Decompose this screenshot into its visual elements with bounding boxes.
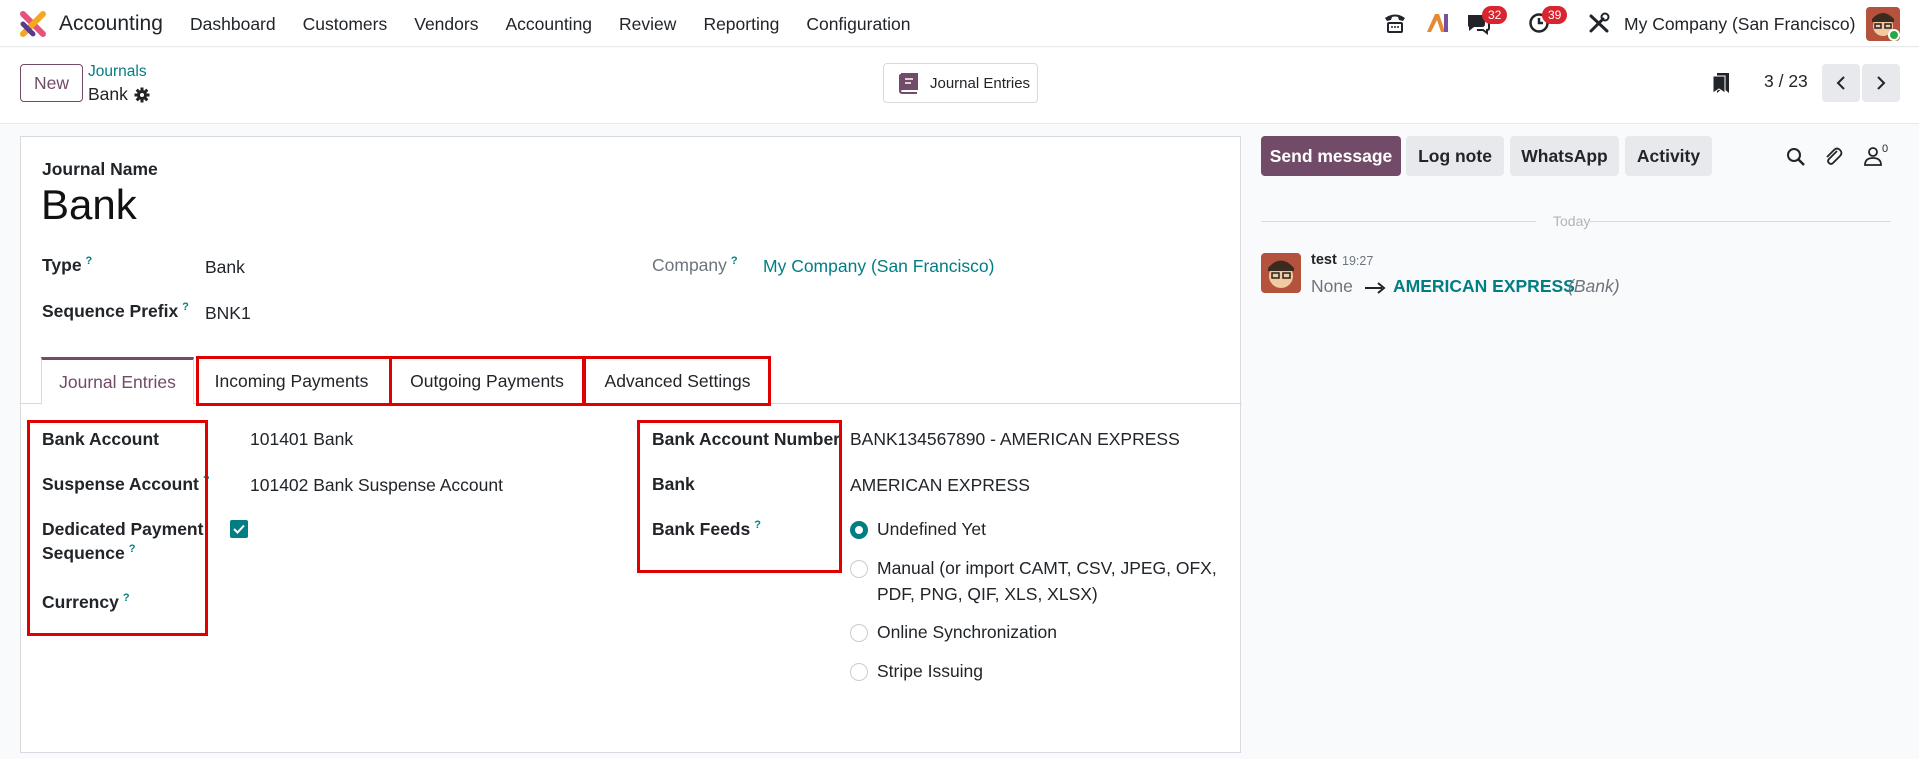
arrow-right-icon	[1365, 282, 1386, 294]
journal-entries-label: Journal Entries	[930, 74, 1031, 92]
date-separator-line-left	[1261, 221, 1536, 222]
bank-feeds-radio-online[interactable]	[850, 624, 868, 642]
suspense-account-field[interactable]: 101402 Bank Suspense Account	[250, 475, 503, 496]
bank-account-field[interactable]: 101401 Bank	[250, 429, 353, 450]
help-icon: ?	[85, 255, 93, 268]
dedicated-payment-checkbox[interactable]	[230, 520, 248, 538]
app-name[interactable]: Accounting	[59, 12, 163, 36]
menu-accounting[interactable]: Accounting	[505, 14, 592, 35]
message-time: 19:27	[1342, 254, 1374, 268]
menu-dashboard[interactable]: Dashboard	[190, 14, 276, 35]
type-field[interactable]: Bank	[205, 257, 245, 278]
menu-customers[interactable]: Customers	[303, 14, 388, 35]
bookmark-icon[interactable]	[1712, 72, 1730, 94]
bank-feeds-radio-stripe[interactable]	[850, 663, 868, 681]
date-separator-line-right	[1590, 221, 1891, 222]
journal-name-label: Journal Name	[42, 159, 158, 179]
control-panel: New Journals Bank Journal Entries 3 / 23	[0, 48, 1919, 124]
journal-name-field[interactable]: Bank	[41, 181, 137, 229]
pager-previous-button[interactable]	[1822, 64, 1860, 102]
highlight-incoming-payments-tab	[196, 356, 392, 406]
breadcrumb-current: Bank	[88, 84, 150, 105]
paperclip-icon[interactable]	[1823, 145, 1843, 167]
highlight-advanced-settings-tab	[583, 356, 771, 406]
message-author-avatar[interactable]	[1261, 253, 1301, 293]
journal-entries-smart-button[interactable]: Journal Entries	[883, 63, 1038, 103]
main-menu: Dashboard Customers Vendors Accounting R…	[190, 14, 937, 35]
bank-feeds-radio-undefined[interactable]	[850, 521, 868, 539]
menu-configuration[interactable]: Configuration	[806, 14, 910, 35]
followers-icon[interactable]	[1863, 146, 1883, 166]
phone-icon[interactable]	[1383, 12, 1407, 34]
bank-account-number-field[interactable]: BANK134567890 - AMERICAN EXPRESS	[850, 429, 1180, 450]
book-icon	[898, 73, 918, 94]
bank-feeds-option-online[interactable]: Online Synchronization	[877, 622, 1057, 643]
activity-button[interactable]: Activity	[1625, 136, 1712, 176]
help-icon: ?	[730, 255, 738, 268]
breadcrumb-current-label: Bank	[88, 84, 128, 104]
bank-feeds-option-manual[interactable]: Manual (or import CAMT, CSV, JPEG, OFX,	[877, 558, 1217, 579]
breadcrumb-journals[interactable]: Journals	[88, 63, 147, 81]
bank-field[interactable]: AMERICAN EXPRESS	[850, 475, 1030, 496]
bank-feeds-radio-manual[interactable]	[850, 560, 868, 578]
bank-feeds-option-stripe[interactable]: Stripe Issuing	[877, 661, 983, 682]
whatsapp-button[interactable]: WhatsApp	[1510, 136, 1619, 176]
gear-icon[interactable]	[134, 87, 150, 103]
tracking-new-value: AMERICAN EXPRESS	[1393, 276, 1575, 296]
highlight-left-labels	[27, 420, 208, 636]
bank-feeds-option-manual-cont[interactable]: PDF, PNG, QIF, XLS, XLSX)	[877, 584, 1098, 605]
highlight-outgoing-payments-tab	[389, 356, 585, 406]
chevron-right-icon	[1877, 76, 1886, 90]
send-message-button[interactable]: Send message	[1261, 136, 1401, 176]
menu-vendors[interactable]: Vendors	[414, 14, 478, 35]
search-icon[interactable]	[1786, 147, 1806, 167]
help-icon: ?	[182, 301, 189, 314]
activities-count-badge: 39	[1542, 6, 1568, 24]
company-field[interactable]: My Company (San Francisco)	[763, 256, 994, 277]
company-switcher[interactable]: My Company (San Francisco)	[1624, 14, 1855, 35]
chevron-left-icon	[1836, 76, 1845, 90]
online-status-dot	[1888, 29, 1900, 41]
tools-icon[interactable]	[1588, 12, 1610, 34]
bank-feeds-option-undefined[interactable]: Undefined Yet	[877, 519, 986, 540]
menu-review[interactable]: Review	[619, 14, 676, 35]
ai-icon[interactable]	[1425, 12, 1449, 34]
pager-next-button[interactable]	[1862, 64, 1900, 102]
company-label: Company?	[652, 255, 738, 275]
highlight-right-labels	[637, 420, 842, 573]
checkmark-icon	[233, 524, 245, 534]
sequence-prefix-label: Sequence Prefix?	[42, 301, 189, 321]
messages-count-badge: 32	[1482, 6, 1508, 24]
accounting-app-icon[interactable]	[20, 11, 46, 37]
message-author: test	[1311, 252, 1337, 268]
form-sheet: Journal Name Bank Type? Bank Company? My…	[20, 136, 1242, 753]
sequence-prefix-field[interactable]: BNK1	[205, 303, 251, 324]
tab-journal-entries[interactable]: Journal Entries	[41, 357, 194, 405]
tracking-field-name: (Bank)	[1568, 276, 1620, 296]
log-note-button[interactable]: Log note	[1406, 136, 1504, 176]
tracking-old-value: None	[1311, 276, 1353, 296]
date-separator: Today	[1553, 213, 1591, 229]
followers-count: 0	[1882, 143, 1889, 155]
menu-reporting[interactable]: Reporting	[703, 14, 779, 35]
top-navbar: Accounting Dashboard Customers Vendors A…	[0, 0, 1919, 47]
pager-value[interactable]: 3 / 23	[1764, 71, 1808, 92]
type-label: Type?	[42, 255, 93, 275]
new-button[interactable]: New	[20, 64, 83, 102]
